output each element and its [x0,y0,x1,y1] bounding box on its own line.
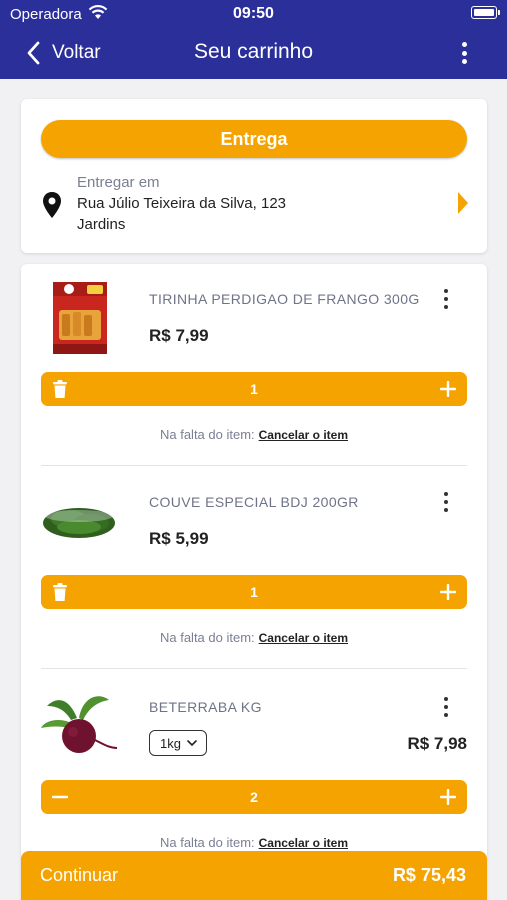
more-vertical-icon[interactable] [442,289,450,309]
product-price: R$ 5,99 [149,529,209,548]
missing-item-label: Na falta do item: [159,630,255,645]
increase-quantity-button[interactable] [431,780,465,814]
missing-item-policy: Na falta do item: Cancelar o item [21,835,487,850]
product-price: R$ 7,99 [149,326,209,345]
address-street: Rua Júlio Teixeira da Silva, 123 [77,195,287,212]
cancel-item-link[interactable]: Cancelar o item [259,631,348,645]
quantity-stepper: 2 [41,780,467,814]
location-pin-icon [43,192,61,218]
continue-label: Continuar [40,865,119,885]
product-image-beterraba [41,696,118,753]
cart-items-list: TIRINHA PERDIGAO DE FRANGO 300G R$ 7,99 … [21,264,487,900]
chevron-right-icon[interactable] [457,191,469,215]
battery-icon [471,6,500,19]
more-vertical-icon[interactable] [442,697,450,717]
product-image-tirinha [53,282,107,354]
plus-icon [440,381,456,397]
unit-select[interactable]: 1kg [149,730,207,756]
missing-item-policy: Na falta do item: Cancelar o item [21,427,487,442]
plus-icon [440,789,456,805]
continue-button[interactable]: Continuar R$ 75,43 [21,851,487,900]
cancel-item-link[interactable]: Cancelar o item [259,836,348,850]
cart-item: BETERRABA KG 1kg R$ 7,98 2 Na falta do i… [21,672,487,874]
product-name: TIRINHA PERDIGAO DE FRANGO 300G [149,291,420,307]
cart-item: TIRINHA PERDIGAO DE FRANGO 300G R$ 7,99 … [21,264,487,466]
address-neighborhood: Jardins [77,216,126,233]
cart-item: COUVE ESPECIAL BDJ 200GR R$ 5,99 1 Na fa… [21,467,487,669]
missing-item-label: Na falta do item: [159,835,255,850]
more-vertical-icon[interactable] [459,42,469,64]
divider [41,668,467,669]
quantity-value: 1 [250,584,258,600]
more-vertical-icon[interactable] [442,492,450,512]
missing-item-label: Na falta do item: [159,427,255,442]
plus-icon [440,584,456,600]
unit-value: 1kg [160,735,181,751]
missing-item-policy: Na falta do item: Cancelar o item [21,630,487,645]
quantity-stepper: 1 [41,575,467,609]
product-image-couve [43,508,115,538]
product-price: R$ 7,98 [407,734,467,753]
product-name: COUVE ESPECIAL BDJ 200GR [149,494,359,510]
chevron-down-icon [187,739,197,746]
quantity-value: 1 [250,381,258,397]
divider [41,465,467,466]
quantity-stepper: 1 [41,372,467,406]
increase-quantity-button[interactable] [431,575,465,609]
address-label: Entregar em [77,174,160,191]
clock: 09:50 [233,5,274,22]
cancel-item-link[interactable]: Cancelar o item [259,428,348,442]
delivery-card: Entrega Entregar em Rua Júlio Teixeira d… [21,99,487,253]
top-bar: Operadora 09:50 Voltar Seu carrinho [0,0,507,79]
status-bar: Operadora 09:50 [0,0,507,28]
page-title: Seu carrinho [193,40,314,63]
cart-total: R$ 75,43 [392,865,466,885]
quantity-value: 2 [250,789,258,805]
product-name: BETERRABA KG [149,699,262,715]
delivery-mode-button[interactable]: Entrega [41,120,467,158]
increase-quantity-button[interactable] [431,372,465,406]
